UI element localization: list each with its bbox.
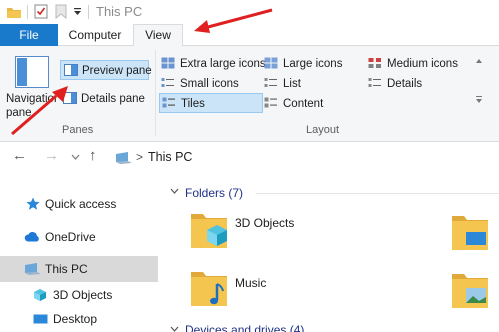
extra-large-icons-label: Extra large icons bbox=[180, 58, 266, 70]
extra-large-icons-button[interactable]: Extra large icons bbox=[159, 54, 266, 74]
content-label: Content bbox=[283, 98, 324, 110]
extra-large-icons-icon bbox=[161, 57, 175, 69]
nav-item-this-pc[interactable]: This PC bbox=[0, 256, 158, 282]
3d-objects-folder-icon bbox=[191, 214, 227, 248]
chevron-down-icon[interactable] bbox=[170, 188, 179, 195]
preview-pane-button[interactable]: Preview pane bbox=[60, 60, 152, 80]
list-icon bbox=[264, 78, 277, 87]
panes-group-label: Panes bbox=[62, 124, 94, 136]
content-button[interactable]: Content bbox=[262, 94, 360, 114]
small-icons-button[interactable]: Small icons bbox=[159, 74, 263, 94]
medium-icons-label: Medium icons bbox=[387, 58, 458, 70]
large-icons-button[interactable]: Large icons bbox=[262, 54, 360, 74]
scroll-up-icon[interactable] bbox=[475, 56, 483, 68]
details-label: Details bbox=[387, 78, 423, 90]
folder-name: 3D Objects bbox=[235, 216, 295, 230]
customize-toolbar-icon[interactable] bbox=[73, 8, 82, 16]
folder-icon bbox=[7, 8, 21, 18]
section-divider bbox=[256, 193, 499, 194]
star-icon bbox=[26, 197, 40, 210]
folder-name: Music bbox=[235, 276, 267, 290]
tiles-icon bbox=[162, 97, 175, 108]
computer-icon bbox=[116, 152, 132, 164]
group-separator bbox=[155, 50, 156, 136]
new-folder-icon[interactable] bbox=[55, 4, 67, 19]
separator bbox=[27, 5, 28, 19]
folder-tile-partial[interactable] bbox=[446, 268, 499, 318]
details-pane-button[interactable]: Details pane bbox=[60, 89, 149, 109]
pictures-folder-icon bbox=[452, 274, 488, 308]
list-button[interactable]: List bbox=[262, 74, 360, 94]
tab-computer[interactable]: Computer bbox=[58, 24, 132, 46]
desktop-folder-icon bbox=[452, 216, 488, 250]
nav-item-3d-objects[interactable]: 3D Objects bbox=[0, 282, 158, 308]
medium-icons-button[interactable]: Medium icons bbox=[366, 54, 466, 74]
preview-pane-label: Preview pane bbox=[82, 65, 152, 77]
content-area: Folders (7) 3D Objects Music Devices and… bbox=[160, 178, 499, 332]
chevron-down-icon[interactable] bbox=[170, 326, 179, 332]
address-field[interactable]: > This PC bbox=[110, 145, 499, 171]
nav-item-quick-access[interactable]: Quick access bbox=[0, 191, 158, 217]
nav-item-label: 3D Objects bbox=[53, 288, 113, 302]
tab-file[interactable]: File bbox=[0, 24, 58, 46]
large-icons-icon bbox=[264, 57, 278, 69]
breadcrumb-separator: > bbox=[136, 150, 144, 164]
layout-group-label: Layout bbox=[306, 124, 340, 136]
list-label: List bbox=[283, 78, 301, 90]
small-icons-icon bbox=[161, 78, 174, 87]
music-folder-icon bbox=[191, 272, 227, 306]
navigation-pane: Quick access OneDrive This PC 3D Objects… bbox=[0, 178, 160, 332]
desktop-icon bbox=[33, 314, 48, 324]
nav-item-label: Desktop bbox=[53, 312, 98, 326]
cube-icon bbox=[34, 289, 46, 301]
computer-icon bbox=[25, 263, 41, 275]
nav-item-label: OneDrive bbox=[45, 230, 96, 244]
folder-tile-partial[interactable] bbox=[446, 210, 499, 260]
navigation-pane-icon bbox=[15, 56, 49, 88]
preview-pane-icon bbox=[64, 64, 78, 76]
forward-icon[interactable]: → bbox=[44, 147, 59, 164]
details-pane-icon bbox=[63, 92, 77, 104]
scroll-down-icon[interactable] bbox=[475, 96, 483, 106]
devices-section-header[interactable]: Devices and drives (4) bbox=[185, 323, 304, 332]
ribbon-tabs: File Computer View bbox=[0, 24, 499, 47]
tab-view[interactable]: View bbox=[133, 24, 183, 47]
nav-item-onedrive[interactable]: OneDrive bbox=[0, 224, 158, 250]
window-title: This PC bbox=[96, 4, 143, 19]
nav-item-desktop[interactable]: Desktop bbox=[0, 306, 158, 332]
small-icons-label: Small icons bbox=[180, 78, 239, 90]
folder-tile[interactable]: Music bbox=[185, 266, 385, 322]
navigation-pane-label: Navigation pane bbox=[6, 93, 58, 119]
recent-locations-icon[interactable] bbox=[71, 154, 80, 160]
large-icons-label: Large icons bbox=[283, 58, 343, 70]
properties-icon[interactable] bbox=[34, 4, 48, 19]
details-pane-label: Details pane bbox=[81, 93, 145, 105]
navigation-pane-button[interactable]: Navigation pane bbox=[0, 46, 58, 122]
details-icon bbox=[368, 78, 381, 87]
back-icon[interactable]: ← bbox=[12, 147, 27, 164]
cloud-icon bbox=[24, 232, 39, 242]
ribbon: Navigation pane Preview pane Details pan… bbox=[0, 46, 499, 142]
folders-section-header[interactable]: Folders (7) bbox=[185, 186, 243, 200]
address-bar: ← → ↑ > This PC bbox=[0, 145, 499, 171]
content-icon bbox=[264, 97, 277, 108]
folder-tile[interactable]: 3D Objects bbox=[185, 206, 385, 262]
details-button[interactable]: Details bbox=[366, 74, 466, 94]
nav-item-label: Quick access bbox=[45, 197, 117, 211]
breadcrumb-this-pc[interactable]: This PC bbox=[148, 150, 192, 164]
tiles-label: Tiles bbox=[181, 98, 205, 110]
nav-item-label: This PC bbox=[45, 262, 88, 276]
tiles-button[interactable]: Tiles bbox=[159, 93, 263, 113]
title-bar: This PC bbox=[0, 0, 499, 24]
up-icon[interactable]: ↑ bbox=[89, 147, 97, 164]
medium-icons-icon bbox=[368, 58, 381, 68]
separator bbox=[88, 5, 89, 19]
